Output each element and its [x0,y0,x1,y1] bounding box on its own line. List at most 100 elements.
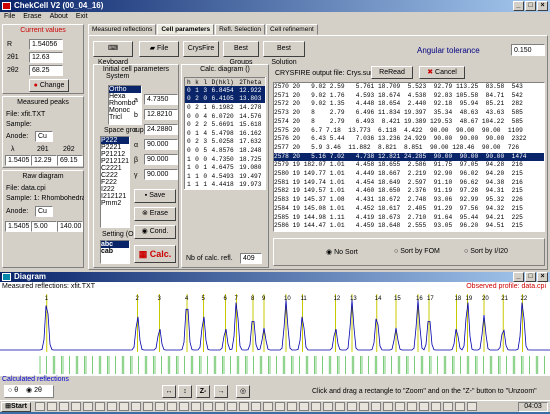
taskbar-app-icon[interactable] [131,402,141,411]
crysfire-row[interactable]: 2579 19 182.07 1.01 4.458 18.655 2.586 9… [274,161,544,170]
calc-row[interactable]: 1 1 1 4.4418 19.973 [185,181,266,190]
crysfire-row[interactable]: 2572 20 9.02 1.35 4.448 18.654 2.440 92.… [274,100,544,109]
tab-refl-selection[interactable]: Refl. Selection [215,24,266,35]
t2-input[interactable] [29,65,63,76]
space-group-item[interactable]: I212121 [101,193,129,200]
taskbar-app-icon[interactable] [35,402,45,411]
space-group-item[interactable]: C222 [101,172,129,179]
taskbar-app-icon[interactable] [347,402,357,411]
space-group-list[interactable]: P222 P2221 P21212 P212121 C2221 C222 F22… [100,136,130,228]
calc-row[interactable]: 0 0 5 4.8576 18.248 [185,146,266,155]
minimize-button[interactable]: _ [513,1,524,11]
system-list[interactable]: Ortho Hexa Rhombo Monoc Tricl [108,85,142,125]
pan-left-button[interactable]: ↔ [162,385,176,398]
r-input[interactable] [29,39,63,50]
space-group-item[interactable]: P21212 [101,151,129,158]
tab-cell-refinement[interactable]: Cell refinement [266,24,318,35]
calc-row[interactable]: 0 1 4 5.4798 16.162 [185,129,266,138]
calc-row[interactable]: 0 2 2 5.6691 15.618 [185,120,266,129]
calc-button[interactable]: ▦ Calc. [134,245,176,263]
calc-row[interactable]: 0 2 0 6.4105 13.803 [184,94,266,104]
diagram-plot[interactable]: Measured reflections: xfit.TXT Observed … [0,282,550,376]
close-button[interactable]: × [537,1,548,11]
calc-row[interactable]: 0 0 4 6.0720 14.576 [185,112,266,121]
cond-button[interactable]: ◉ Cond. [134,225,176,239]
sort-i20[interactable]: ○ Sort by I/I20 [464,248,508,255]
crysfire-list[interactable]: 2570 20 9.02 2.59 5.761 18.709 5.523 92.… [273,82,545,232]
crysfire-row[interactable]: 2583 19 145.37 1.08 4.431 18.672 2.748 9… [274,196,544,205]
taskbar-app-icon[interactable] [443,402,453,411]
mode-2theta[interactable]: ◉ 2θ [26,387,42,394]
measured-lambda[interactable] [5,155,31,166]
change-button[interactable]: ● Change [29,79,69,92]
taskbar-app-icon[interactable] [155,402,165,411]
raw-t2[interactable] [57,221,83,232]
crysfire-row[interactable]: 2575 20 6.7 7.18 13.773 6.118 4.422 90.0… [274,127,544,136]
a-input[interactable] [144,94,178,105]
reread-button[interactable]: ReRead [371,66,413,79]
space-group-item[interactable]: F222 [101,179,129,186]
setting-cab[interactable]: cab [101,248,129,255]
maximize-button[interactable]: □ [525,1,536,11]
tab-measured-reflections[interactable]: Measured reflections [88,24,157,35]
calc-row[interactable]: 1 0 0 4.7350 18.725 [185,155,266,164]
angular-tolerance-input[interactable] [511,44,545,56]
erase-button[interactable]: ⊗ Erase [134,207,176,221]
taskbar-app-icon[interactable] [191,402,201,411]
raw-lambda[interactable] [5,221,31,232]
menu-erase[interactable]: Erase [23,12,41,22]
calc-row[interactable]: 0 2 1 6.1982 14.278 [185,103,266,112]
taskbar-app-icon[interactable] [407,402,417,411]
taskbar-app-icon[interactable] [143,402,153,411]
taskbar-app-icon[interactable] [215,402,225,411]
measured-t1[interactable] [31,155,57,166]
taskbar-app-icon[interactable] [419,402,429,411]
calc-row[interactable]: 1 1 0 4.5493 19.497 [185,172,266,181]
menu-exit[interactable]: Exit [76,12,88,22]
space-group-item[interactable]: P222 [101,137,129,144]
taskbar-app-icon[interactable] [311,402,321,411]
sort-fom[interactable]: ○ Sort by FOM [394,248,440,255]
calc-row[interactable]: 0 1 3 6.8454 12.922 [184,86,266,95]
crysfire-row[interactable]: 2576 20 6.43 5.44 7.036 13.236 24.929 90… [274,135,544,144]
cancel-button[interactable]: ✖ Cancel [419,66,465,79]
alpha-input[interactable] [144,139,178,150]
t1-input[interactable] [29,52,63,63]
best-groups-button[interactable]: Best Groups [223,41,259,66]
taskbar-app-icon[interactable] [371,402,381,411]
space-group-item[interactable]: I222 [101,186,129,193]
menu-about[interactable]: About [50,12,68,22]
taskbar-app-icon[interactable] [335,402,345,411]
crysfire-row[interactable]: 2573 20 8 2.79 6.496 11.834 19.397 35.34… [274,109,544,118]
taskbar-app-icon[interactable] [167,402,177,411]
crysfire-row[interactable]: 2586 19 144.47 1.01 4.459 18.648 2.555 9… [274,222,544,231]
space-group-item[interactable]: P212121 [101,158,129,165]
zoom-out-button[interactable]: Z- [196,385,210,398]
measured-t2[interactable] [57,155,83,166]
sort-none[interactable]: ◉ No Sort [326,248,358,256]
taskbar-app-icon[interactable] [455,402,465,411]
taskbar-app-icon[interactable] [83,402,93,411]
taskbar-app-icon[interactable] [299,402,309,411]
taskbar-app-icon[interactable] [203,402,213,411]
cd-icon[interactable]: ◎ [236,385,250,398]
taskbar-app-icon[interactable] [467,402,477,411]
taskbar-app-icon[interactable] [431,402,441,411]
tab-cell-parameters[interactable]: Cell parameters [157,24,215,35]
crysfire-row[interactable]: 2571 20 9.02 1.76 4.593 18.674 4.538 92.… [274,92,544,101]
save-button[interactable]: ▪ Save [134,189,176,203]
taskbar-app-icon[interactable] [179,402,189,411]
keyboard-button[interactable]: ⌨ Keyboard [93,41,133,66]
taskbar-app-icon[interactable] [239,402,249,411]
taskbar-app-icon[interactable] [323,402,333,411]
taskbar-app-icon[interactable] [263,402,273,411]
crysfire-row[interactable]: 2577 20 5.9 3.46 11.882 8.821 8.851 90.0… [274,144,544,153]
raw-t1[interactable] [31,221,57,232]
taskbar-app-icon[interactable] [395,402,405,411]
calc-row[interactable]: 1 0 1 4.6475 19.080 [185,163,266,172]
crysfire-row[interactable]: 2582 19 149.57 1.01 4.460 18.650 2.376 9… [274,187,544,196]
calc-row[interactable]: 0 2 3 5.0258 17.632 [185,138,266,147]
crysfire-row[interactable]: 2585 19 144.98 1.11 4.419 18.673 2.710 9… [274,214,544,223]
gamma-input[interactable] [144,169,178,180]
taskbar-app-icon[interactable] [275,402,285,411]
